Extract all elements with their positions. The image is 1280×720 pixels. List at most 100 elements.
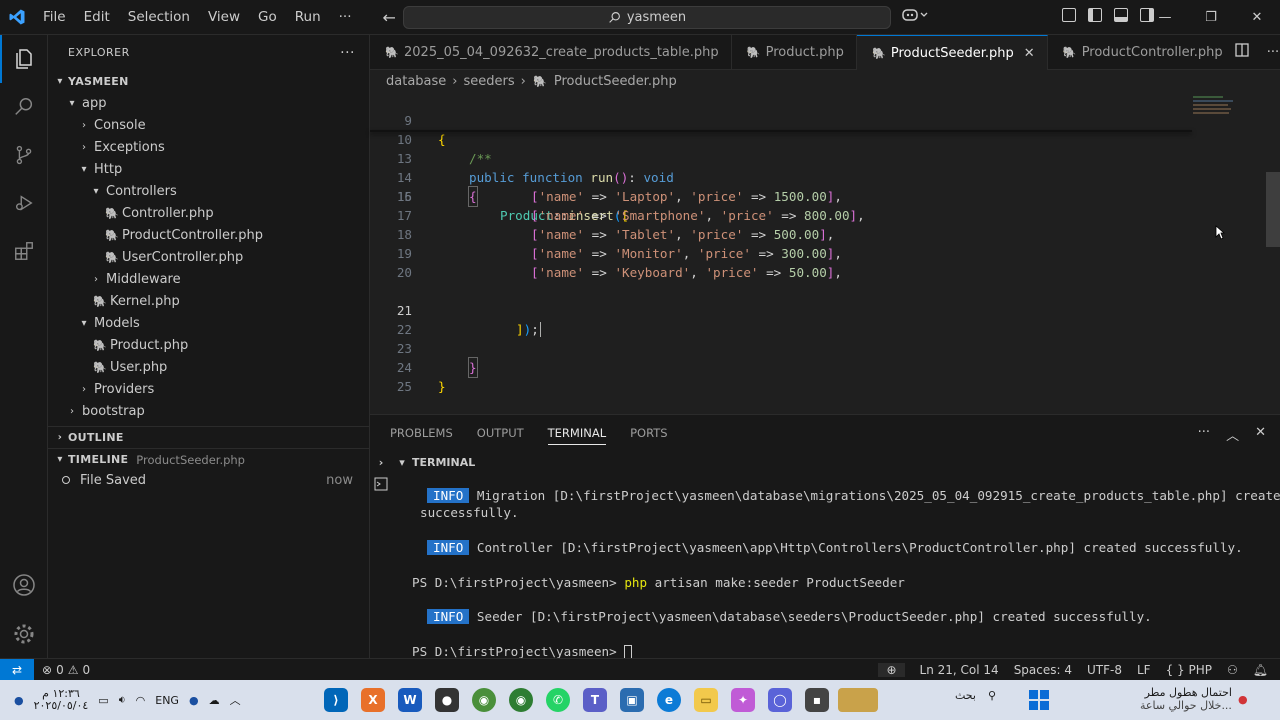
menu-more[interactable]: ··· bbox=[330, 0, 361, 35]
menu-file[interactable]: File bbox=[34, 0, 75, 35]
back-arrow-icon[interactable]: ← bbox=[383, 8, 396, 27]
location-pin-icon[interactable]: ● bbox=[14, 694, 24, 707]
tab-problems[interactable]: PROBLEMS bbox=[390, 426, 453, 440]
cursor-position[interactable]: Ln 21, Col 14 bbox=[920, 663, 999, 677]
encoding[interactable]: UTF-8 bbox=[1087, 663, 1122, 677]
weather-icon[interactable]: ● bbox=[1238, 693, 1248, 706]
breadcrumb-database[interactable]: database bbox=[386, 74, 446, 89]
tab-ports[interactable]: PORTS bbox=[630, 426, 667, 440]
folder-item[interactable]: › Middleware bbox=[48, 268, 369, 290]
close-panel-icon[interactable]: ✕ bbox=[1255, 425, 1266, 444]
xampp-taskbar-icon[interactable]: X bbox=[361, 688, 385, 712]
workspace-root[interactable]: ▾ YASMEEN bbox=[48, 70, 369, 92]
wifi-icon[interactable]: ◠ bbox=[136, 694, 146, 707]
more-actions-icon[interactable]: ··· bbox=[1198, 425, 1210, 444]
terminal-icon[interactable] bbox=[374, 477, 388, 494]
folder-item[interactable]: ▾ Controllers bbox=[48, 180, 369, 202]
source-control-icon[interactable] bbox=[0, 131, 48, 179]
remote-indicator-icon[interactable]: ⇄ bbox=[0, 658, 34, 681]
indentation[interactable]: Spaces: 4 bbox=[1014, 663, 1072, 677]
editor-scrollbar[interactable] bbox=[1266, 172, 1280, 247]
folder-item[interactable]: › Providers bbox=[48, 378, 369, 400]
minimap[interactable] bbox=[1193, 94, 1238, 124]
settings-gear-icon[interactable] bbox=[0, 622, 48, 646]
chat-taskbar-icon[interactable]: ◯ bbox=[768, 688, 792, 712]
close-window-icon[interactable]: ✕ bbox=[1234, 0, 1280, 35]
file-item[interactable]: 🐘 Product.php bbox=[48, 334, 369, 356]
restore-icon[interactable]: ❐ bbox=[1188, 0, 1234, 35]
onedrive-icon[interactable]: ☁︎ bbox=[209, 694, 220, 707]
copilot-icon[interactable] bbox=[902, 8, 928, 26]
taskbar-search[interactable]: بحث ⚲ bbox=[955, 689, 996, 702]
chevron-up-icon[interactable]: ︿ bbox=[230, 692, 241, 708]
chrome-taskbar-icon[interactable]: ◉ bbox=[472, 688, 496, 712]
menu-view[interactable]: View bbox=[199, 0, 249, 35]
network-devices-icon[interactable]: ▭ bbox=[98, 694, 108, 707]
clock-date[interactable]: ٢٠٢٥/٠٥/٠٤ bbox=[34, 700, 89, 712]
folder-item[interactable]: › Exceptions bbox=[48, 136, 369, 158]
whatsapp-taskbar-icon[interactable]: ✆ bbox=[546, 688, 570, 712]
volume-icon[interactable]: 🔉︎ bbox=[119, 693, 126, 707]
command-center-search[interactable]: yasmeen bbox=[403, 6, 891, 29]
file-item[interactable]: 🐘 UserController.php bbox=[48, 246, 369, 268]
file-item[interactable]: 🐘 User.php bbox=[48, 356, 369, 378]
tab-terminal[interactable]: TERMINAL bbox=[547, 421, 607, 445]
weather-title[interactable]: احتمال هطول مطر bbox=[1140, 686, 1232, 699]
end-of-line[interactable]: LF bbox=[1137, 663, 1151, 677]
menu-selection[interactable]: Selection bbox=[119, 0, 199, 35]
maximize-panel-icon[interactable]: ︿ bbox=[1226, 425, 1239, 444]
folder-item[interactable]: › bootstrap bbox=[48, 400, 369, 422]
breadcrumb-file[interactable]: ProductSeeder.php bbox=[554, 74, 677, 89]
vscode-taskbar-icon[interactable]: ⟩ bbox=[324, 688, 348, 712]
word-taskbar-icon[interactable]: W bbox=[398, 688, 422, 712]
timeline-entry[interactable]: File Saved now bbox=[48, 469, 369, 491]
tab-product-controller[interactable]: 🐘 ProductController.php bbox=[1048, 35, 1235, 70]
toggle-sidebar-icon[interactable] bbox=[1088, 8, 1102, 22]
code-editor[interactable]: 9 { 10 /** 13 public function run(): voi… bbox=[370, 92, 1280, 414]
toggle-panel-icon[interactable] bbox=[1114, 8, 1128, 22]
folder-item[interactable]: ▾ Http bbox=[48, 158, 369, 180]
file-explorer-taskbar-icon[interactable]: ▭ bbox=[694, 688, 718, 712]
timeline-section[interactable]: ▾ TIMELINE ProductSeeder.php bbox=[48, 448, 369, 470]
folder-item[interactable]: ▾ Models bbox=[48, 312, 369, 334]
tab-output[interactable]: OUTPUT bbox=[477, 426, 524, 440]
run-debug-icon[interactable] bbox=[0, 179, 48, 227]
chrome-profile-taskbar-icon[interactable]: ◉ bbox=[509, 688, 533, 712]
edge-taskbar-icon[interactable]: e bbox=[657, 688, 681, 712]
more-actions-icon[interactable]: ··· bbox=[1267, 45, 1279, 60]
tab-product[interactable]: 🐘 Product.php bbox=[732, 35, 857, 70]
app2-taskbar-icon[interactable]: ▪ bbox=[805, 688, 829, 712]
outline-section[interactable]: › OUTLINE bbox=[48, 426, 369, 448]
menu-go[interactable]: Go bbox=[249, 0, 286, 35]
more-actions-icon[interactable]: ··· bbox=[340, 45, 355, 61]
close-tab-icon[interactable]: ✕ bbox=[1024, 46, 1035, 61]
microphone-icon[interactable]: ● bbox=[189, 694, 199, 707]
tab-migration[interactable]: 🐘 2025_05_04_092632_create_products_tabl… bbox=[370, 35, 732, 70]
notifications-bell-icon[interactable]: 🔔︎ bbox=[1253, 663, 1268, 677]
app-taskbar-icon[interactable]: ● bbox=[435, 688, 459, 712]
problems-status[interactable]: ⊗ 0 ⚠ 0 bbox=[42, 663, 90, 677]
split-editor-icon[interactable] bbox=[1235, 43, 1249, 61]
menu-run[interactable]: Run bbox=[286, 0, 330, 35]
folder-item[interactable]: ▾ app bbox=[48, 92, 369, 114]
language-mode[interactable]: { } PHP bbox=[1166, 663, 1212, 677]
chevron-right-icon[interactable]: › bbox=[370, 456, 392, 469]
store-taskbar-icon[interactable]: ▣ bbox=[620, 688, 644, 712]
explorer-icon[interactable] bbox=[0, 35, 48, 83]
input-language[interactable]: ENG bbox=[155, 694, 179, 707]
teams-taskbar-icon[interactable]: T bbox=[583, 688, 607, 712]
file-item[interactable]: 🐘 ProductController.php bbox=[48, 224, 369, 246]
breadcrumb-seeders[interactable]: seeders bbox=[463, 74, 514, 89]
accounts-icon[interactable] bbox=[0, 573, 48, 597]
copilot-status-icon[interactable]: ⚇ bbox=[1227, 663, 1238, 677]
weather-subtitle[interactable]: خلال حوالي ساعة... bbox=[1140, 699, 1232, 712]
copilot-taskbar-icon[interactable]: ✦ bbox=[731, 688, 755, 712]
widgets-icon[interactable] bbox=[838, 688, 878, 712]
extensions-icon[interactable] bbox=[0, 227, 48, 275]
folder-item[interactable]: › Console bbox=[48, 114, 369, 136]
windows-start-icon[interactable] bbox=[1029, 690, 1049, 710]
search-view-icon[interactable] bbox=[0, 83, 48, 131]
tab-product-seeder[interactable]: 🐘 ProductSeeder.php ✕ bbox=[856, 35, 1048, 70]
file-item[interactable]: 🐘 Kernel.php bbox=[48, 290, 369, 312]
file-item[interactable]: 🐘 Controller.php bbox=[48, 202, 369, 224]
